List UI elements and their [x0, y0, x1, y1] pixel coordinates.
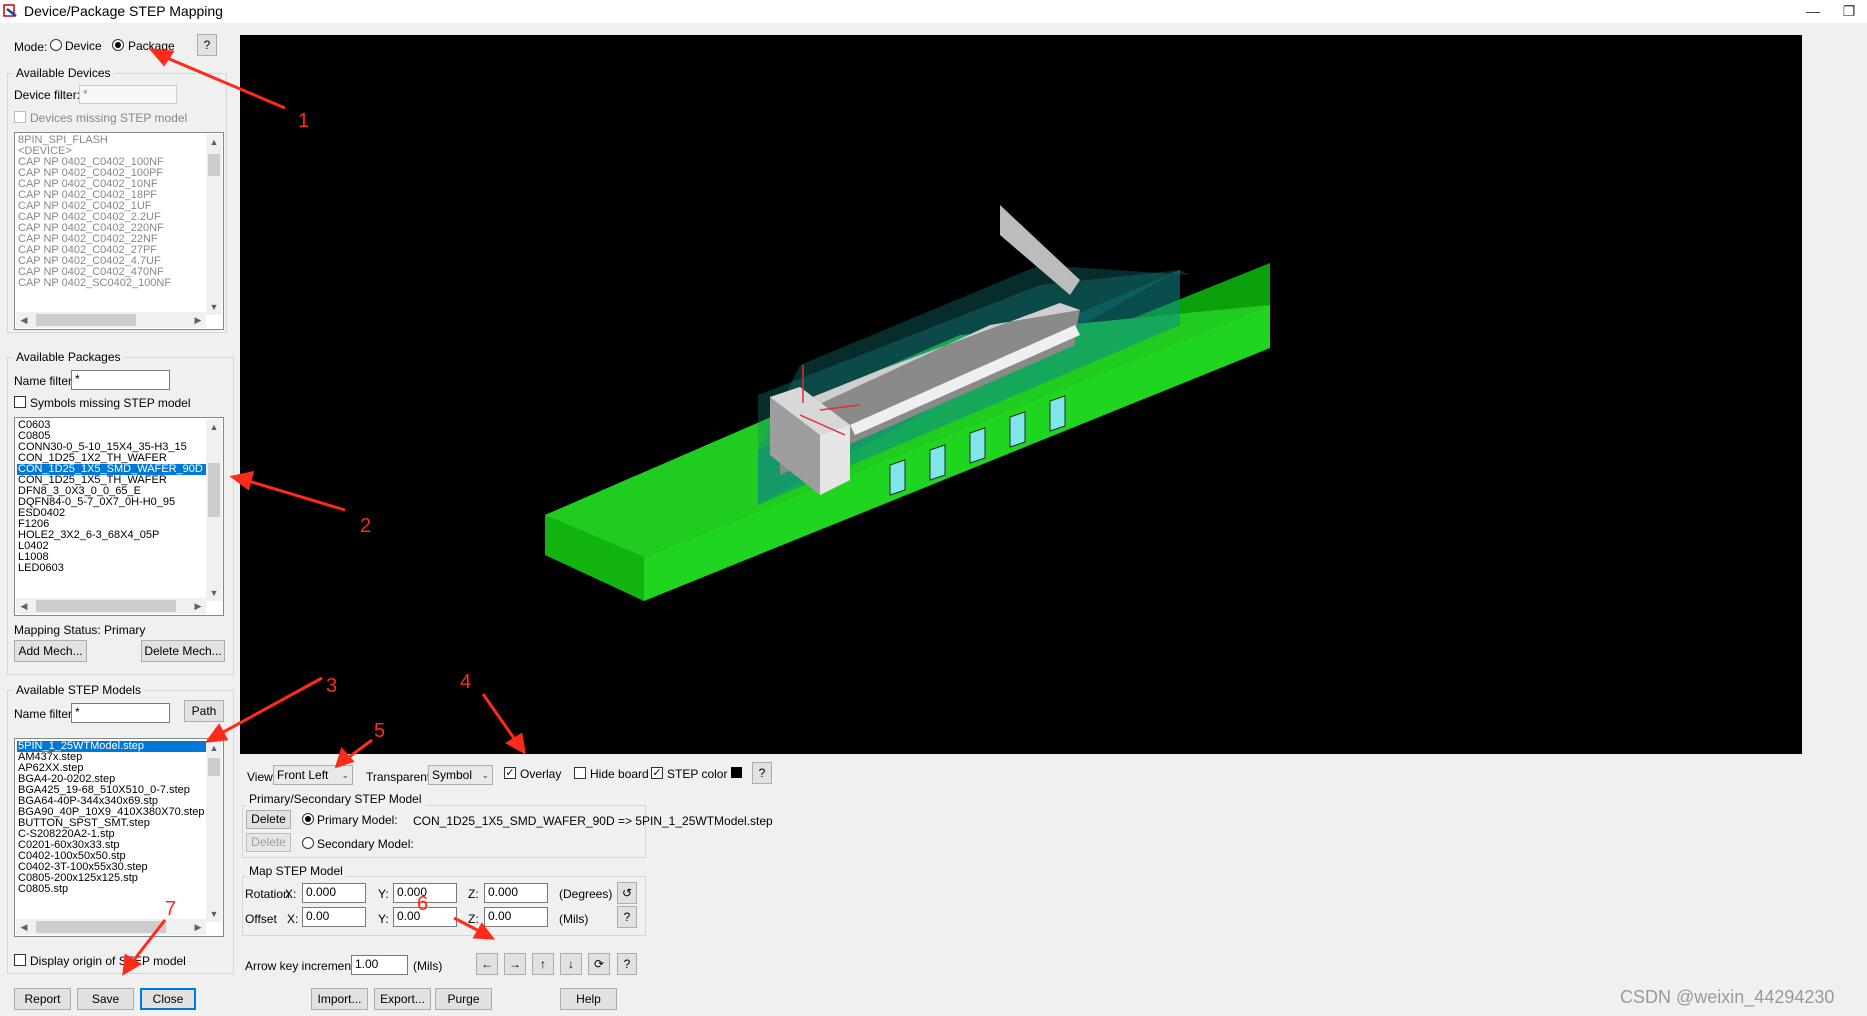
annotation-2: 2: [360, 515, 372, 537]
annotation-7: 7: [165, 898, 177, 920]
watermark: CSDN @weixin_44294230: [1620, 987, 1835, 1007]
annotation-3: 3: [326, 675, 338, 697]
annotation-arrows: [122, 48, 527, 976]
annotation-6: 6: [417, 893, 429, 915]
annotation-4: 4: [460, 671, 472, 693]
annotation-5: 5: [374, 720, 386, 742]
annotation-1: 1: [298, 110, 310, 132]
